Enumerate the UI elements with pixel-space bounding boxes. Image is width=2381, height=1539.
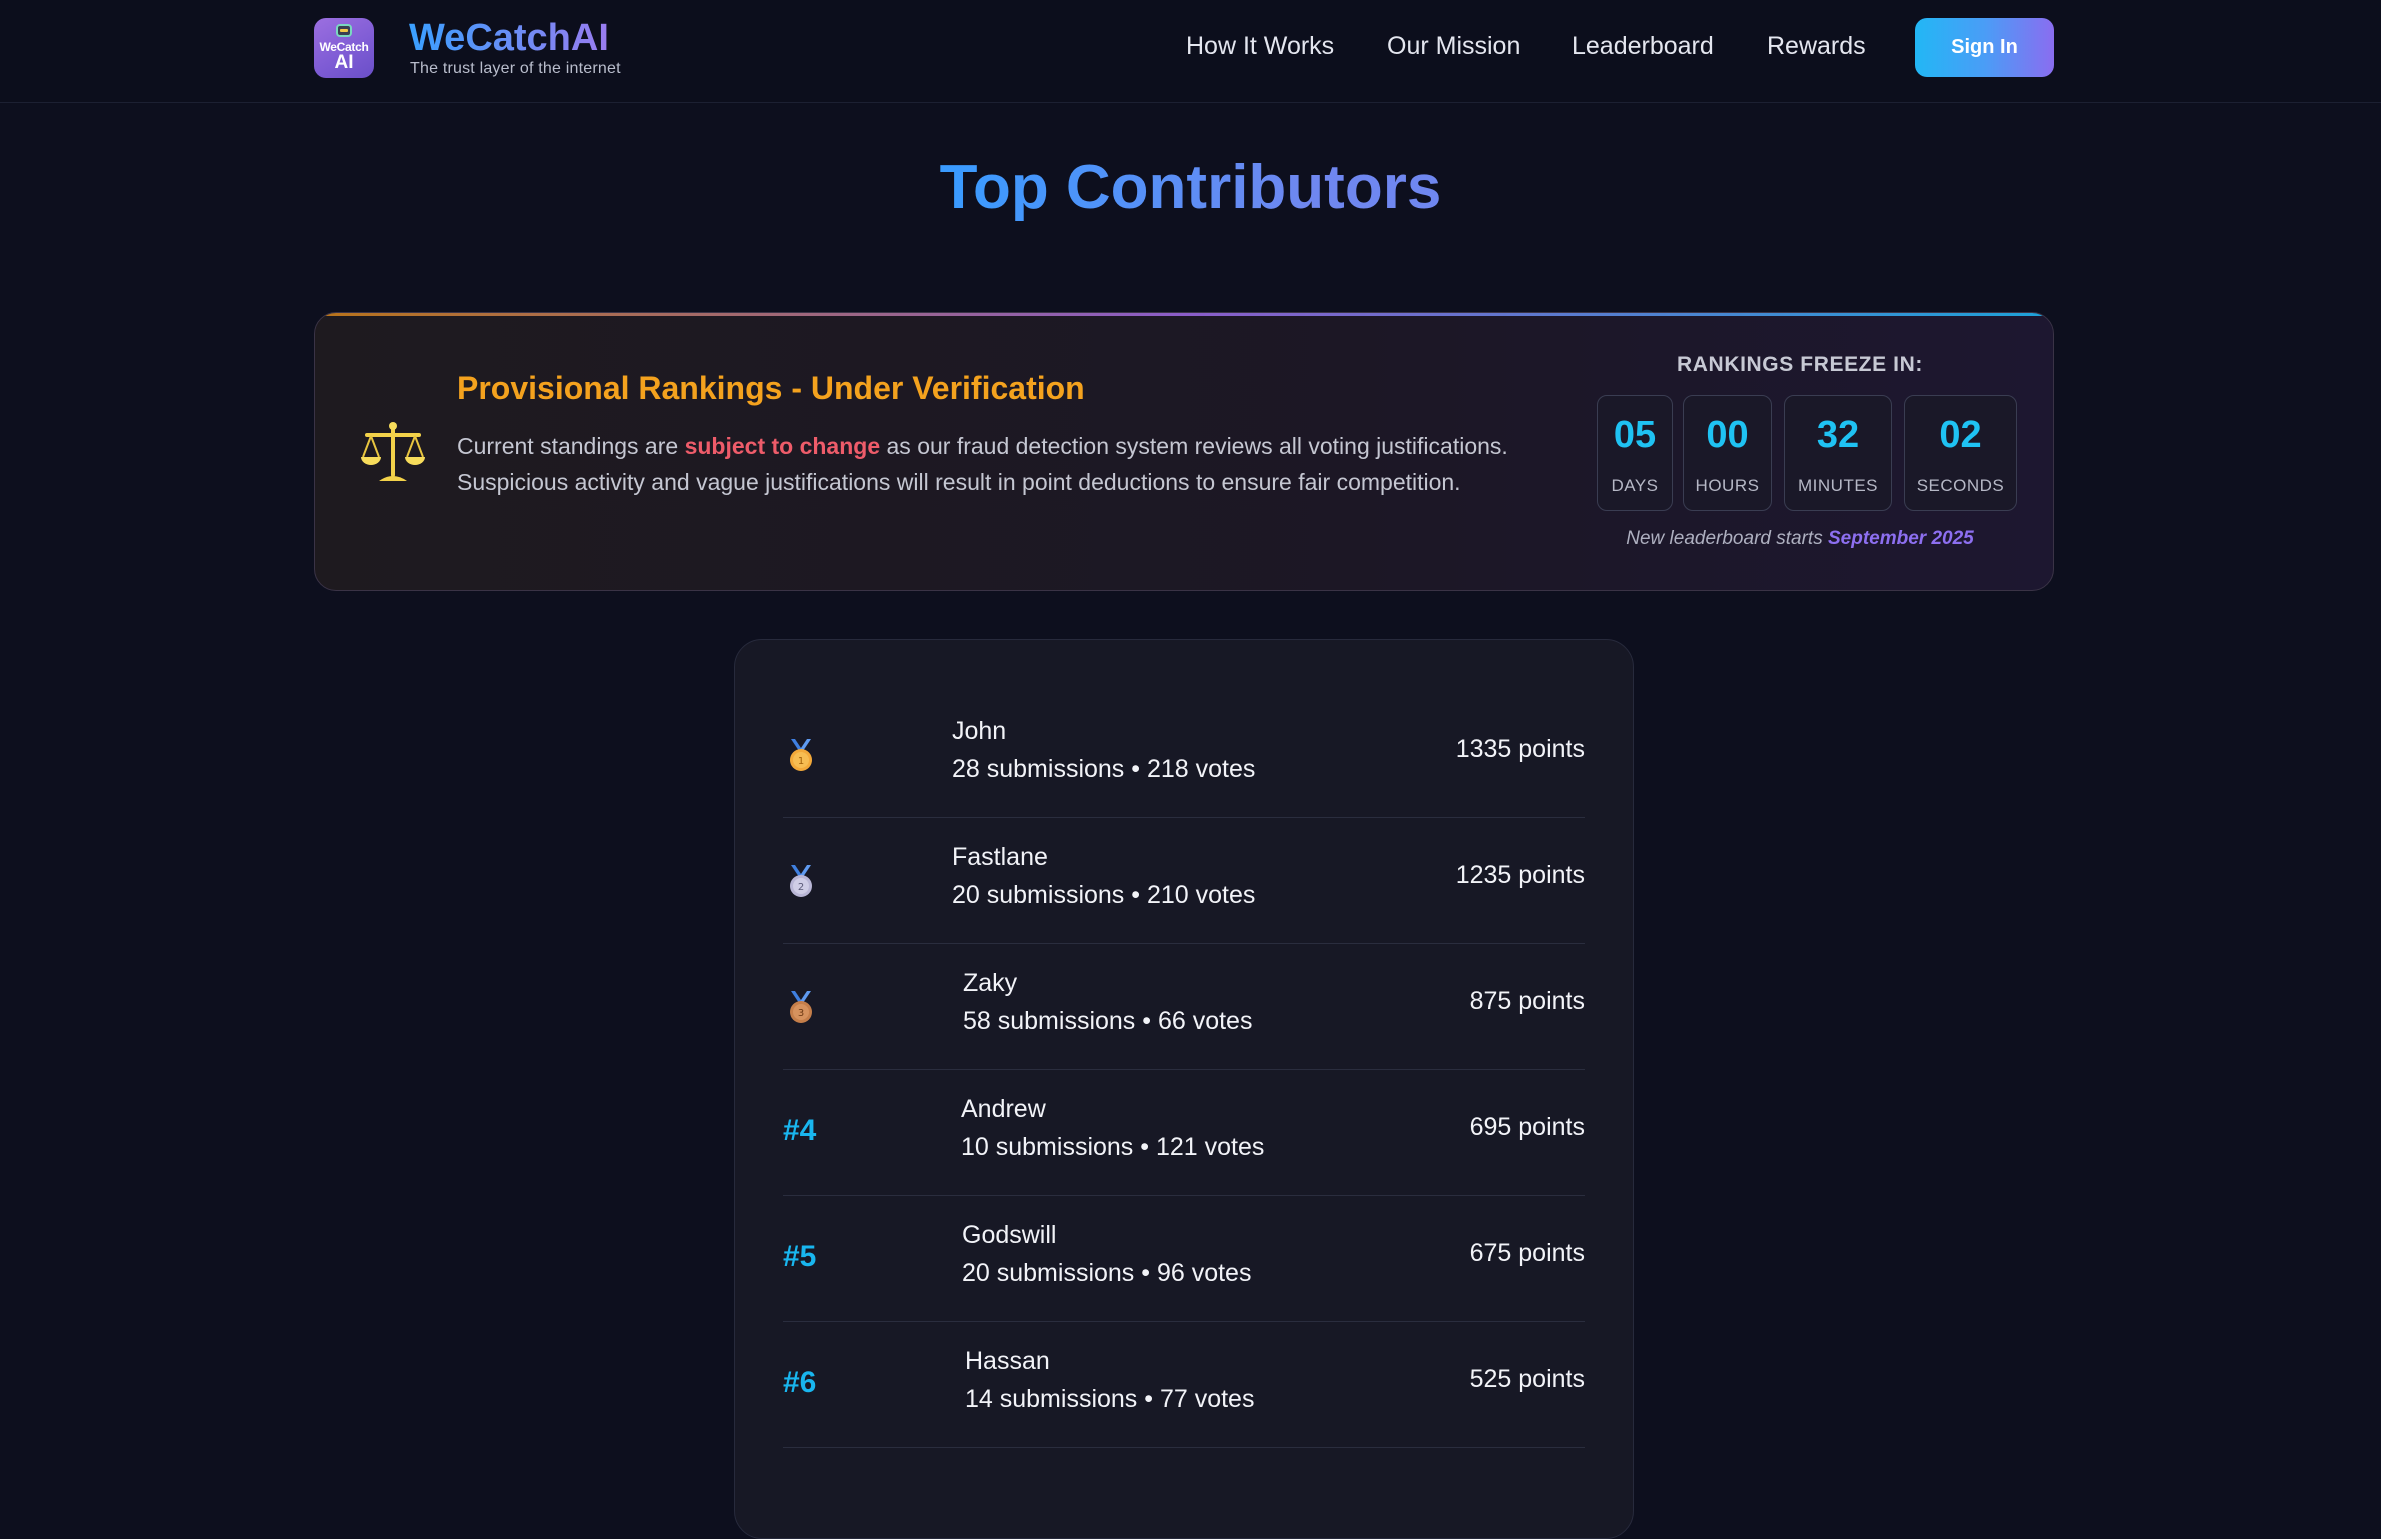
countdown-seconds-value: 02: [1939, 414, 1982, 456]
countdown-days-value: 05: [1613, 414, 1657, 456]
rank-number: #4: [783, 1114, 817, 1147]
player-stats: 10 submissions • 121 votes: [961, 1133, 1265, 1161]
nav-rewards[interactable]: Rewards: [1767, 32, 1866, 61]
new-leaderboard-note: New leaderboard starts September 2025: [1600, 528, 2000, 550]
countdown-minutes-unit: MINUTES: [1798, 476, 1878, 495]
svg-text:1: 1: [798, 756, 804, 767]
bronze-medal-icon: 3: [790, 991, 812, 1023]
countdown-minutes-value: 32: [1816, 414, 1860, 456]
player-name: John: [952, 717, 1007, 745]
countdown-minutes: 32 MINUTES: [1784, 395, 1892, 511]
player-stats: 14 submissions • 77 votes: [965, 1385, 1255, 1413]
nav-how-it-works[interactable]: How It Works: [1186, 32, 1334, 61]
svg-text:2: 2: [798, 882, 804, 893]
rank-number: #6: [783, 1366, 817, 1399]
brand-name[interactable]: WeCatchAI: [409, 17, 609, 60]
leaderboard-row[interactable]: #5 Godswill 20 submissions • 96 votes 67…: [783, 1196, 1585, 1322]
nav-our-mission[interactable]: Our Mission: [1387, 32, 1520, 61]
notice-text-highlight: subject to change: [684, 433, 881, 459]
notice-text-before: Current standings are: [457, 433, 685, 459]
player-stats: 20 submissions • 210 votes: [952, 881, 1256, 909]
player-name: Zaky: [963, 969, 1018, 997]
gold-medal-icon: 1: [790, 739, 812, 771]
brand-tagline: The trust layer of the internet: [410, 60, 621, 77]
countdown-seconds-unit: SECONDS: [1916, 476, 2005, 495]
scales-icon: [361, 422, 425, 481]
notice-description: Current standings are subject to change …: [457, 428, 1567, 500]
countdown-days: 05 DAYS: [1597, 395, 1673, 511]
countdown-days-unit: DAYS: [1611, 476, 1659, 495]
player-points: 1335 points: [1455, 735, 1585, 763]
page-title: Top Contributors: [0, 152, 2381, 223]
leaderboard-row[interactable]: 2 Fastlane 20 submissions • 210 votes 12…: [783, 818, 1585, 944]
leaderboard-row[interactable]: #6 Hassan 14 submissions • 77 votes 525 …: [783, 1322, 1585, 1448]
sign-in-button[interactable]: Sign In: [1915, 18, 2054, 77]
countdown-hours-unit: HOURS: [1695, 476, 1760, 495]
leaderboard-card: 1 John 28 submissions • 218 votes 1335 p…: [734, 639, 1634, 1539]
countdown-seconds: 02 SECONDS: [1904, 395, 2017, 511]
svg-text:3: 3: [798, 1008, 804, 1019]
silver-medal-icon: 2: [790, 865, 812, 897]
player-points: 675 points: [1469, 1239, 1585, 1267]
notice-gradient-border: [315, 313, 2053, 316]
logo-icon[interactable]: WeCatch AI: [314, 18, 374, 78]
provisional-rankings-notice: Provisional Rankings - Under Verificatio…: [314, 312, 2054, 591]
notice-title: Provisional Rankings - Under Verificatio…: [457, 370, 1085, 406]
nav-leaderboard[interactable]: Leaderboard: [1572, 32, 1714, 61]
new-leaderboard-date: September 2025: [1827, 528, 1974, 549]
player-points: 875 points: [1469, 987, 1585, 1015]
new-leaderboard-prefix: New leaderboard starts: [1626, 528, 1828, 549]
player-stats: 28 submissions • 218 votes: [952, 755, 1256, 783]
freeze-countdown-label: RANKINGS FREEZE IN:: [1677, 353, 1923, 376]
player-points: 695 points: [1469, 1113, 1585, 1141]
robot-icon: [336, 24, 352, 37]
player-points: 1235 points: [1455, 861, 1585, 889]
player-name: Andrew: [961, 1095, 1046, 1123]
rank-number: #5: [783, 1240, 817, 1273]
player-stats: 58 submissions • 66 votes: [963, 1007, 1253, 1035]
leaderboard-row[interactable]: #4 Andrew 10 submissions • 121 votes 695…: [783, 1070, 1585, 1196]
player-points: 525 points: [1469, 1365, 1585, 1393]
player-name: Fastlane: [952, 843, 1048, 871]
leaderboard-row[interactable]: 3 Zaky 58 submissions • 66 votes 875 poi…: [783, 944, 1585, 1070]
top-nav-bar: WeCatch AI WeCatchAI The trust layer of …: [0, 0, 2381, 103]
player-name: Hassan: [965, 1347, 1050, 1375]
player-name: Godswill: [962, 1221, 1057, 1249]
player-stats: 20 submissions • 96 votes: [962, 1259, 1252, 1287]
leaderboard-row[interactable]: 1 John 28 submissions • 218 votes 1335 p…: [783, 692, 1585, 818]
countdown-hours-value: 00: [1706, 414, 1749, 456]
logo-text-line2: AI: [334, 52, 354, 73]
countdown-hours: 00 HOURS: [1683, 395, 1772, 511]
